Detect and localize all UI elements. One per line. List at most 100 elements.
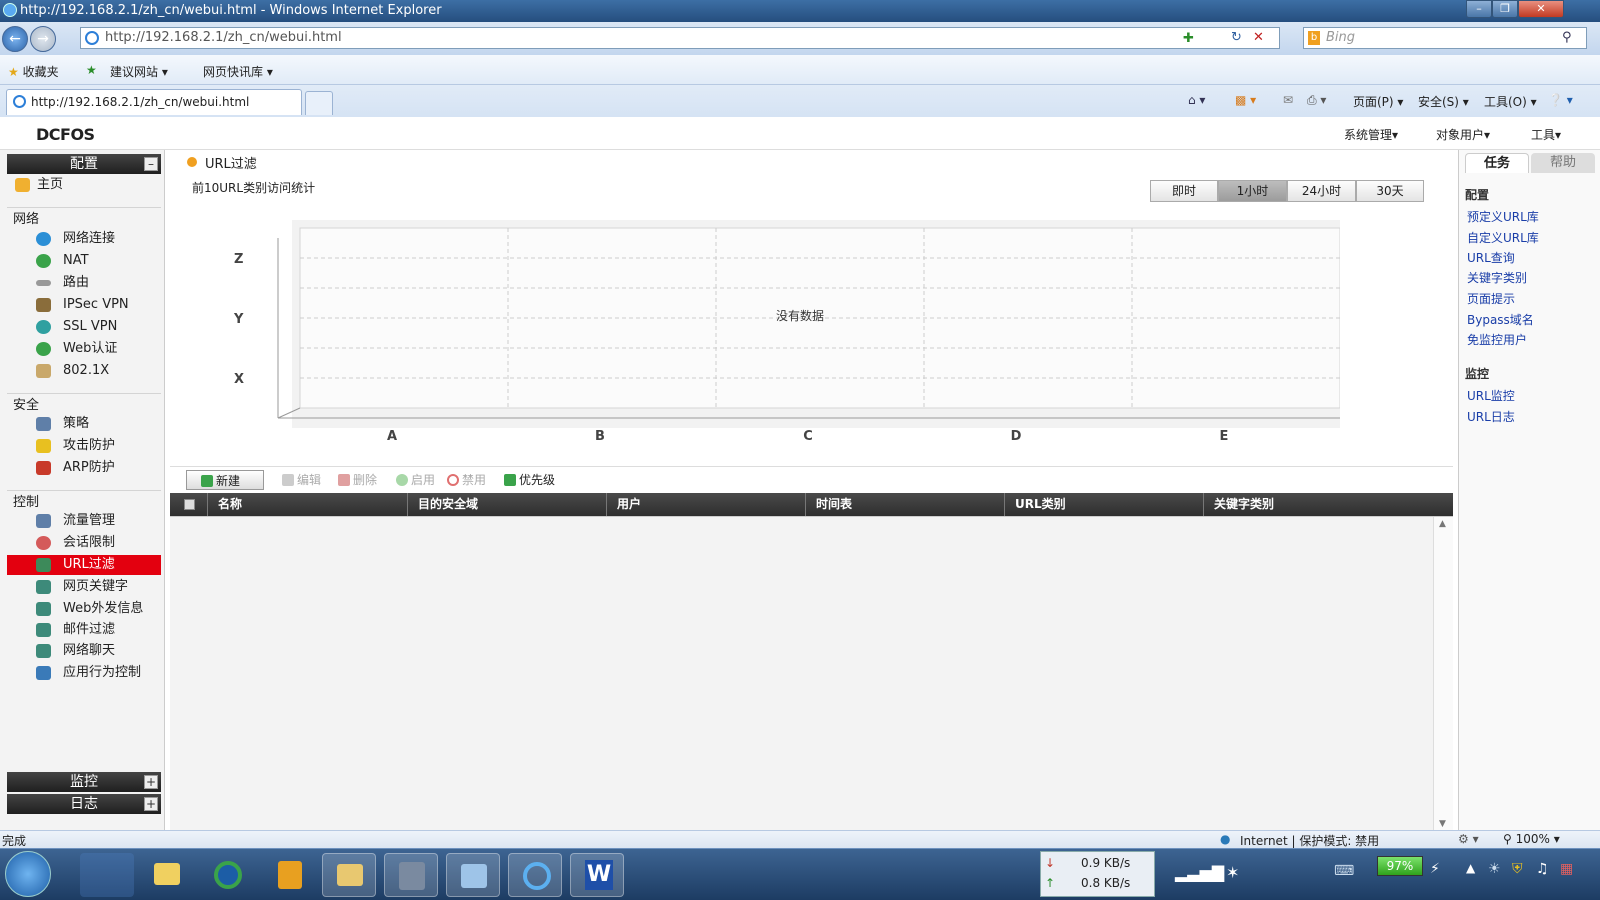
column-user[interactable]: 用户	[606, 493, 807, 516]
search-icon[interactable]: ⚲	[1562, 28, 1572, 48]
column-schedule[interactable]: 时间表	[805, 493, 1006, 516]
forward-button[interactable]: →	[30, 26, 56, 52]
app-taskbar-icon[interactable]	[384, 853, 438, 897]
edit-button[interactable]: 编辑	[282, 470, 321, 490]
scroll-down-icon[interactable]: ▼	[1439, 819, 1446, 829]
tray-app-icon[interactable]: ☀	[1488, 861, 1501, 877]
media-taskbar-icon[interactable]	[200, 853, 254, 897]
link-page-prompt[interactable]: 页面提示	[1467, 290, 1515, 307]
time-button-realtime[interactable]: 即时	[1150, 180, 1218, 202]
close-window-button[interactable]: ✕	[1518, 0, 1564, 18]
explorer-taskbar-icon[interactable]	[322, 853, 376, 897]
config-panel-header[interactable]: 配置 –	[7, 154, 161, 174]
zoom-control[interactable]: ⚲ 100% ▾	[1503, 832, 1560, 846]
help-icon[interactable]: ❔ ▾	[1548, 93, 1573, 107]
sidebar-item-url-filter[interactable]: URL过滤	[7, 555, 161, 575]
time-button-24hours[interactable]: 24小时	[1287, 180, 1356, 202]
time-button-30days[interactable]: 30天	[1356, 180, 1424, 202]
link-bypass-domain[interactable]: Bypass域名	[1467, 311, 1534, 328]
safety-menu[interactable]: 安全(S) ▾	[1418, 93, 1469, 110]
column-destination-zone[interactable]: 目的安全域	[407, 493, 608, 516]
minimize-button[interactable]: –	[1466, 0, 1492, 18]
folder-taskbar-icon[interactable]	[140, 853, 194, 897]
sidebar-item-web-keyword[interactable]: 网页关键字	[7, 577, 161, 597]
sidebar-item-web-auth[interactable]: Web认证	[7, 339, 161, 359]
add-favorite-icon[interactable]: ★	[86, 63, 97, 77]
start-button[interactable]	[5, 851, 51, 897]
expand-icon[interactable]: +	[144, 775, 158, 789]
volume-icon[interactable]: ♫	[1536, 861, 1549, 877]
stop-icon[interactable]: ✕	[1253, 28, 1264, 48]
compat-view-icon[interactable]: ✚	[1183, 29, 1194, 49]
fav-web-slices[interactable]: 网页快讯库 ▾	[203, 63, 273, 80]
link-url-monitor[interactable]: URL监控	[1467, 387, 1515, 404]
security-icon[interactable]: ⚙ ▾	[1458, 832, 1479, 846]
enable-button[interactable]: 启用	[396, 470, 435, 490]
scroll-up-icon[interactable]: ▲	[1439, 519, 1446, 529]
notes-taskbar-icon[interactable]	[262, 853, 316, 897]
sidebar-item-network-connection[interactable]: 网络连接	[7, 229, 161, 249]
refresh-icon[interactable]: ↻	[1231, 28, 1242, 48]
collapse-icon[interactable]: –	[144, 157, 158, 171]
signal-icon[interactable]: ▂▃▅▇	[1175, 863, 1224, 882]
sidebar-item-ssl-vpn[interactable]: SSL VPN	[7, 317, 161, 337]
sidebar-item-mail-filter[interactable]: 邮件过滤	[7, 620, 161, 640]
time-button-1hour[interactable]: 1小时	[1218, 180, 1287, 202]
sidebar-item-traffic-management[interactable]: 流量管理	[7, 511, 161, 531]
delete-button[interactable]: 删除	[338, 470, 377, 490]
tray-shield-icon[interactable]: ⛨	[1512, 861, 1523, 877]
tab-help[interactable]: 帮助	[1531, 153, 1595, 173]
link-url-query[interactable]: URL查询	[1467, 249, 1515, 266]
link-url-log[interactable]: URL日志	[1467, 408, 1515, 425]
column-name[interactable]: 名称	[207, 493, 409, 516]
feeds-icon[interactable]: ▩ ▾	[1235, 93, 1256, 107]
tab-tasks[interactable]: 任务	[1465, 153, 1529, 173]
mail-icon[interactable]: ✉	[1283, 93, 1293, 107]
fav-suggested-sites[interactable]: 建议网站 ▾	[110, 63, 168, 80]
word-taskbar-icon[interactable]: W	[570, 853, 624, 897]
menu-tools[interactable]: 工具▾	[1531, 126, 1561, 143]
disable-button[interactable]: 禁用	[447, 470, 486, 490]
sidebar-item-session-limit[interactable]: 会话限制	[7, 533, 161, 553]
sidebar-item-app-control[interactable]: 应用行为控制	[7, 663, 161, 683]
tray-expand-icon[interactable]: ▲	[1466, 861, 1475, 875]
search-input[interactable]: b Bing ⚲	[1303, 27, 1587, 49]
priority-button[interactable]: 优先级	[504, 470, 555, 490]
sidebar-item-web-outbound[interactable]: Web外发信息	[7, 599, 161, 619]
battery-indicator[interactable]: 97%	[1377, 856, 1423, 876]
sidebar-item-nat[interactable]: NAT	[7, 251, 161, 271]
ie-taskbar-icon[interactable]	[508, 853, 562, 897]
menu-object-user[interactable]: 对象用户▾	[1436, 126, 1490, 143]
menu-system-admin[interactable]: 系统管理▾	[1344, 126, 1398, 143]
link-custom-url-db[interactable]: 自定义URL库	[1467, 229, 1539, 246]
link-exempt-users[interactable]: 免监控用户	[1467, 331, 1527, 348]
sidebar-item-network-chat[interactable]: 网络聊天	[7, 641, 161, 661]
sidebar-item-home[interactable]: 主页	[7, 175, 161, 195]
keyboard-icon[interactable]: ⌨	[1334, 863, 1354, 879]
plug-icon[interactable]: ⚡	[1430, 861, 1440, 877]
address-bar[interactable]: http://192.168.2.1/zh_cn/webui.html ✚ ↻ …	[80, 27, 1280, 49]
home-icon[interactable]: ⌂ ▾	[1188, 93, 1205, 107]
link-keyword-category[interactable]: 关键字类别	[1467, 269, 1527, 286]
wireless-icon[interactable]: ✶	[1226, 863, 1239, 882]
tray-network-icon[interactable]: ▦	[1560, 861, 1573, 877]
sidebar-item-8021x[interactable]: 802.1X	[7, 361, 161, 381]
column-url-category[interactable]: URL类别	[1004, 493, 1205, 516]
window-taskbar-icon[interactable]	[446, 853, 500, 897]
new-tab-button[interactable]	[305, 91, 333, 115]
favorites-button[interactable]: ★ 收藏夹	[8, 63, 59, 80]
maximize-button[interactable]: ❐	[1492, 0, 1518, 18]
browser-tab[interactable]: http://192.168.2.1/zh_cn/webui.html	[6, 89, 302, 115]
sidebar-item-attack-defense[interactable]: 攻击防护	[7, 436, 161, 456]
sidebar-item-arp-defense[interactable]: ARP防护	[7, 458, 161, 478]
computer-taskbar-icon[interactable]	[80, 853, 134, 897]
log-panel-header[interactable]: 日志 +	[7, 794, 161, 814]
print-icon[interactable]: ⎙ ▾	[1307, 93, 1326, 108]
new-button[interactable]: 新建	[186, 470, 264, 490]
monitor-panel-header[interactable]: 监控 +	[7, 772, 161, 792]
sidebar-item-routing[interactable]: 路由	[7, 273, 161, 293]
page-menu[interactable]: 页面(P) ▾	[1353, 93, 1403, 110]
select-all-checkbox[interactable]	[184, 499, 195, 510]
column-keyword-category[interactable]: 关键字类别	[1203, 493, 1404, 516]
tools-menu[interactable]: 工具(O) ▾	[1484, 93, 1537, 110]
